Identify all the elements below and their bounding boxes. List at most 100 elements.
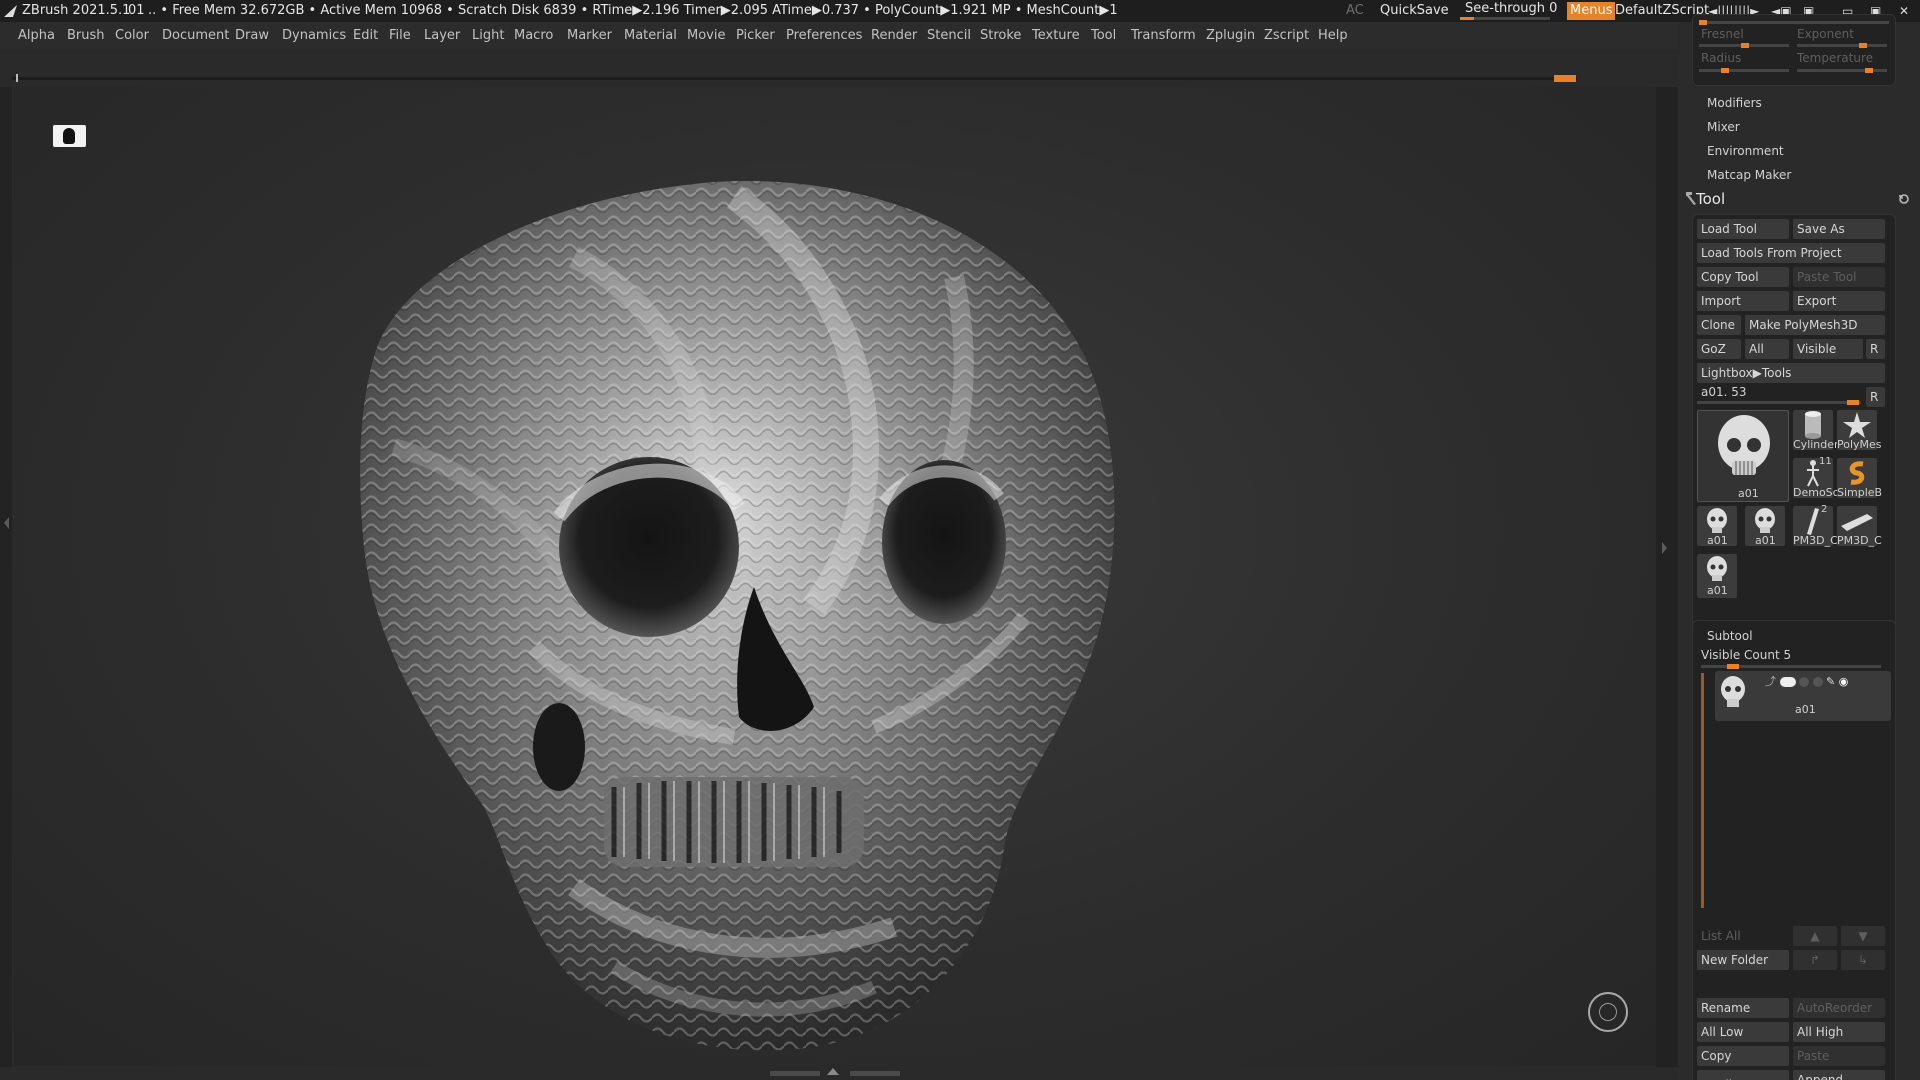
tool-thumb-polymesh[interactable]: PolyMes bbox=[1837, 410, 1882, 451]
menu-marker[interactable]: Marker bbox=[567, 22, 612, 50]
goz-visible-button[interactable]: Visible bbox=[1793, 339, 1863, 359]
visible-count-slider[interactable] bbox=[1701, 664, 1881, 669]
menu-stroke[interactable]: Stroke bbox=[980, 22, 1021, 50]
menu-light[interactable]: Light bbox=[472, 22, 504, 50]
pencil-icon[interactable]: ✎ bbox=[1826, 675, 1835, 688]
goz-button[interactable]: GoZ bbox=[1697, 339, 1741, 359]
menu-material[interactable]: Material bbox=[624, 22, 677, 50]
tool-thumb-cylinder[interactable]: Cylinder bbox=[1793, 410, 1839, 451]
menu-zplugin[interactable]: Zplugin bbox=[1206, 22, 1255, 50]
bottom-tray-handle[interactable] bbox=[770, 1068, 900, 1080]
tool-thumb-simplebrush[interactable]: SimpleB bbox=[1837, 458, 1882, 499]
canvas-viewport[interactable] bbox=[14, 87, 1656, 1066]
matcap-maker-item[interactable]: Matcap Maker bbox=[1707, 168, 1791, 182]
lightbox-tools-button[interactable]: Lightbox▶Tools bbox=[1697, 363, 1885, 383]
menu-document[interactable]: Document bbox=[162, 22, 229, 50]
menu-picker[interactable]: Picker bbox=[736, 22, 775, 50]
all-low-button[interactable]: All Low bbox=[1697, 1022, 1789, 1042]
goz-all-button[interactable]: All bbox=[1745, 339, 1789, 359]
dynamesh-toggle-icon[interactable] bbox=[1799, 677, 1809, 687]
fresnel-slider-label[interactable]: Fresnel bbox=[1701, 27, 1744, 41]
temperature-slider[interactable] bbox=[1797, 68, 1887, 73]
tool-palette-title[interactable]: Tool bbox=[1696, 190, 1725, 208]
menus-toggle[interactable]: Menus bbox=[1567, 2, 1616, 20]
fresnel-slider[interactable] bbox=[1699, 43, 1789, 48]
modifiers-item[interactable]: Modifiers bbox=[1707, 96, 1762, 110]
move-up-button[interactable]: ▲ bbox=[1793, 926, 1837, 946]
menu-color[interactable]: Color bbox=[115, 22, 149, 50]
polypaint-toggle-icon[interactable] bbox=[1779, 677, 1796, 687]
append-button[interactable]: Append bbox=[1793, 1070, 1885, 1080]
save-as-button[interactable]: Save As bbox=[1793, 219, 1885, 239]
paste-tool-button[interactable]: Paste Tool bbox=[1793, 267, 1885, 287]
import-button[interactable]: Import bbox=[1697, 291, 1789, 311]
move-out-folder-button[interactable]: ↳ bbox=[1841, 950, 1885, 970]
copy-subtool-button[interactable]: Copy bbox=[1697, 1046, 1789, 1066]
ac-button[interactable]: AC bbox=[1346, 0, 1364, 22]
menu-render[interactable]: Render bbox=[871, 22, 917, 50]
rename-button[interactable]: Rename bbox=[1697, 998, 1789, 1018]
menu-zscript[interactable]: Zscript bbox=[1264, 22, 1309, 50]
list-all-button[interactable]: List All bbox=[1697, 926, 1789, 946]
menu-tool[interactable]: Tool bbox=[1091, 22, 1116, 50]
tool-thumb-a01-3[interactable]: a01 bbox=[1745, 506, 1785, 547]
navigation-rotate-icon[interactable] bbox=[1588, 992, 1628, 1032]
eye-visibility-icon[interactable]: ◉ bbox=[1839, 675, 1849, 688]
see-through-slider-label[interactable]: See-through 0 bbox=[1465, 0, 1557, 18]
radius-slider-label[interactable]: Radius bbox=[1701, 51, 1741, 65]
environment-item[interactable]: Environment bbox=[1707, 144, 1784, 158]
menu-stencil[interactable]: Stencil bbox=[927, 22, 971, 50]
subtool-item-a01[interactable]: ⤴ ✎ ◉ a01 bbox=[1715, 671, 1891, 721]
menu-preferences[interactable]: Preferences bbox=[786, 22, 862, 50]
export-button[interactable]: Export bbox=[1793, 291, 1885, 311]
timeline-marker[interactable] bbox=[1554, 75, 1576, 82]
menu-draw[interactable]: Draw bbox=[235, 22, 269, 50]
menu-help[interactable]: Help bbox=[1318, 22, 1348, 50]
copy-tool-button[interactable]: Copy Tool bbox=[1697, 267, 1789, 287]
light-top-slider[interactable] bbox=[1699, 20, 1889, 25]
tool-thumb-a01-4[interactable]: a01 bbox=[1697, 554, 1737, 598]
menu-macro[interactable]: Macro bbox=[514, 22, 553, 50]
tool-thumb-pm3d-2[interactable]: PM3D_C bbox=[1837, 506, 1882, 547]
reset-icon[interactable] bbox=[1898, 193, 1910, 205]
all-high-button[interactable]: All High bbox=[1793, 1022, 1885, 1042]
move-into-folder-button[interactable]: ↱ bbox=[1793, 950, 1837, 970]
timeline-cursor[interactable] bbox=[16, 74, 18, 82]
menu-brush[interactable]: Brush bbox=[67, 22, 105, 50]
subtool-title[interactable]: Subtool bbox=[1707, 629, 1753, 643]
current-tool-slider[interactable] bbox=[1697, 400, 1861, 405]
subtool-scrollbar[interactable] bbox=[1701, 673, 1704, 908]
exponent-slider-label[interactable]: Exponent bbox=[1797, 27, 1854, 41]
paste-subtool-button[interactable]: Paste bbox=[1793, 1046, 1885, 1066]
left-tray-handle[interactable] bbox=[0, 87, 12, 1067]
close-icon[interactable]: ✕ bbox=[1899, 0, 1909, 22]
make-polymesh3d-button[interactable]: Make PolyMesh3D bbox=[1745, 315, 1885, 335]
load-tools-from-project-button[interactable]: Load Tools From Project bbox=[1697, 243, 1885, 263]
visible-count-label[interactable]: Visible Count 5 bbox=[1701, 648, 1791, 662]
tool-thumb-a01-2[interactable]: a01 bbox=[1697, 506, 1737, 547]
menu-file[interactable]: File bbox=[389, 22, 411, 50]
load-tool-button[interactable]: Load Tool bbox=[1697, 219, 1789, 239]
brush-mode-icon[interactable]: ⤴ bbox=[1765, 675, 1776, 688]
tool-thumb-demosoldier[interactable]: 11 DemoSc bbox=[1793, 456, 1839, 499]
floor-grid-icon[interactable] bbox=[53, 125, 86, 147]
clone-button[interactable]: Clone bbox=[1697, 315, 1741, 335]
radius-slider[interactable] bbox=[1699, 68, 1789, 73]
timeline-ruler[interactable] bbox=[12, 74, 1577, 82]
see-through-slider[interactable] bbox=[1460, 17, 1550, 20]
menu-alpha[interactable]: Alpha bbox=[18, 22, 55, 50]
menu-layer[interactable]: Layer bbox=[424, 22, 460, 50]
duplicate-button[interactable]: Duplicate bbox=[1697, 1070, 1789, 1080]
menu-texture[interactable]: Texture bbox=[1032, 22, 1080, 50]
goz-r-button[interactable]: R bbox=[1866, 339, 1885, 359]
current-tool-r-button[interactable]: R bbox=[1866, 387, 1885, 407]
fold-icon[interactable] bbox=[1812, 677, 1823, 687]
menu-transform[interactable]: Transform bbox=[1131, 22, 1196, 50]
tool-thumb-active[interactable]: a01 bbox=[1697, 410, 1789, 502]
temperature-slider-label[interactable]: Temperature bbox=[1797, 51, 1873, 65]
current-tool-slider-label[interactable]: a01. 53 bbox=[1701, 385, 1747, 399]
menu-dynamics[interactable]: Dynamics bbox=[282, 22, 346, 50]
exponent-slider[interactable] bbox=[1797, 43, 1887, 48]
new-folder-button[interactable]: New Folder bbox=[1697, 950, 1789, 970]
quicksave-button[interactable]: QuickSave bbox=[1380, 0, 1449, 22]
